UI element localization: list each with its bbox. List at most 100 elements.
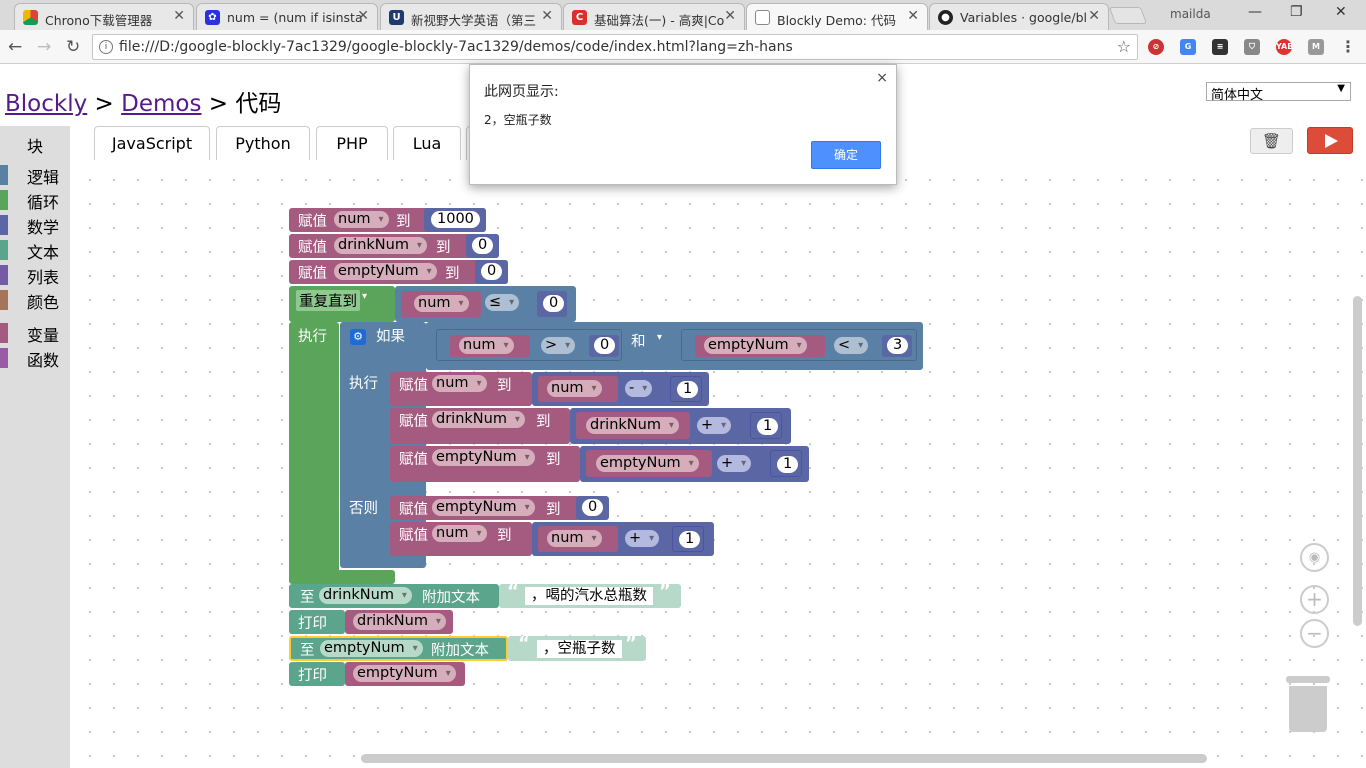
number-field[interactable]: 0: [481, 263, 503, 280]
extension-yab-icon[interactable]: YAB: [1276, 39, 1293, 55]
variable-dropdown[interactable]: num: [547, 530, 602, 547]
variable-getter-block[interactable]: drinkNum: [345, 610, 453, 634]
category-text[interactable]: 文本: [0, 239, 70, 262]
category-functions[interactable]: 函数: [0, 347, 70, 370]
browser-tab-blockly[interactable]: Blockly Demo: 代码 ✕: [746, 3, 928, 30]
number-field[interactable]: 1000: [431, 211, 480, 228]
delete-all-button[interactable]: 🗑: [1250, 128, 1293, 154]
set-emptynum-block[interactable]: 赋值 emptyNum 到 0: [390, 496, 609, 520]
number-block[interactable]: 3: [882, 335, 912, 357]
variable-dropdown[interactable]: emptyNum: [334, 263, 437, 280]
number-block[interactable]: 1: [770, 450, 802, 477]
variable-getter-block[interactable]: num: [401, 291, 481, 317]
number-field[interactable]: 1: [757, 418, 779, 435]
arithmetic-block[interactable]: num + 1: [532, 522, 714, 556]
variable-dropdown[interactable]: emptyNum: [704, 337, 807, 354]
number-field[interactable]: 0: [472, 237, 494, 254]
tab-lua[interactable]: Lua: [393, 126, 461, 160]
append-text-block[interactable]: 至 drinkNum 附加文本: [289, 584, 499, 608]
number-block[interactable]: 1: [670, 376, 702, 402]
print-block[interactable]: 打印: [289, 610, 345, 634]
tab-python[interactable]: Python: [216, 126, 310, 160]
operator-dropdown[interactable]: -: [625, 380, 653, 397]
set-drinknum-block[interactable]: 赋值 drinkNum 到 0: [289, 234, 499, 258]
vertical-scrollbar[interactable]: [1353, 296, 1362, 626]
compare-block[interactable]: emptyNum < 3: [681, 329, 917, 361]
zoom-in-icon[interactable]: +: [1300, 585, 1329, 614]
browser-tab-github[interactable]: ● Variables · google/bl ✕: [929, 3, 1109, 30]
variable-dropdown[interactable]: drinkNum: [353, 613, 446, 630]
number-field[interactable]: 3: [887, 337, 909, 354]
workspace-trash-icon[interactable]: [1286, 676, 1330, 736]
text-block[interactable]: “ ，喝的汽水总瓶数 ”: [499, 581, 681, 608]
number-block[interactable]: 1000: [424, 208, 486, 232]
compare-block[interactable]: num > 0: [436, 329, 622, 361]
breadcrumb-blockly-link[interactable]: Blockly: [5, 91, 87, 117]
close-icon[interactable]: ✕: [724, 8, 736, 24]
variable-getter-block[interactable]: drinkNum: [576, 412, 690, 439]
breadcrumb-demos-link[interactable]: Demos: [121, 91, 201, 117]
address-bar[interactable]: i file:///D:/google-blockly-7ac1329/goog…: [92, 34, 1138, 60]
browser-tab-baidu[interactable]: ✿ num = (num if isinsta ✕: [196, 3, 378, 30]
number-field[interactable]: 1: [777, 456, 799, 473]
variable-dropdown[interactable]: emptyNum: [432, 499, 535, 516]
close-icon[interactable]: ✕: [173, 8, 185, 24]
variable-getter-block[interactable]: emptyNum: [345, 662, 465, 686]
number-field[interactable]: 0: [543, 295, 565, 312]
variable-dropdown[interactable]: num: [334, 211, 389, 228]
arithmetic-block[interactable]: num - 1: [532, 372, 709, 406]
variable-dropdown[interactable]: emptyNum: [320, 640, 423, 657]
variable-dropdown[interactable]: emptyNum: [432, 449, 535, 466]
variable-getter-block[interactable]: emptyNum: [695, 335, 825, 357]
recenter-icon[interactable]: ◉: [1300, 543, 1329, 572]
compare-block[interactable]: num ≤ 0: [395, 286, 576, 322]
variable-dropdown[interactable]: drinkNum: [319, 587, 412, 604]
variable-getter-block[interactable]: num: [538, 526, 618, 552]
variable-dropdown[interactable]: num: [432, 375, 487, 392]
variable-dropdown[interactable]: emptyNum: [353, 665, 456, 682]
close-icon[interactable]: ×: [876, 70, 888, 86]
minimize-icon[interactable]: —: [1248, 4, 1262, 20]
zoom-out-icon[interactable]: −: [1300, 619, 1329, 648]
horizontal-scrollbar[interactable]: [361, 754, 1207, 763]
variable-getter-block[interactable]: emptyNum: [586, 450, 712, 477]
variable-dropdown[interactable]: drinkNum: [334, 237, 427, 254]
variable-getter-block[interactable]: num: [538, 376, 618, 402]
extension-flag-icon[interactable]: ≡: [1212, 39, 1228, 55]
repeat-mode-dropdown[interactable]: 重复直到: [296, 290, 360, 311]
category-math[interactable]: 数学: [0, 214, 70, 237]
category-loops[interactable]: 循环: [0, 189, 70, 212]
close-icon[interactable]: ✕: [357, 8, 369, 24]
run-button[interactable]: [1307, 127, 1353, 154]
logic-and-block[interactable]: num > 0 和 ▾ emptyNum < 3: [426, 322, 923, 370]
operator-dropdown[interactable]: +: [625, 530, 660, 547]
set-num-block[interactable]: 赋值 num 到 1000: [289, 208, 486, 232]
operator-dropdown[interactable]: +: [717, 455, 752, 472]
variable-dropdown[interactable]: drinkNum: [432, 411, 525, 428]
variable-dropdown[interactable]: num: [414, 295, 469, 312]
menu-icon[interactable]: ⋮: [1340, 39, 1356, 55]
extension-box-icon[interactable]: M: [1308, 39, 1324, 55]
profile-name[interactable]: mailda: [1170, 7, 1211, 21]
info-icon[interactable]: i: [99, 40, 113, 54]
operator-dropdown[interactable]: ≤: [485, 294, 520, 311]
variable-dropdown[interactable]: num: [459, 337, 514, 354]
bookmark-star-icon[interactable]: ☆: [1117, 37, 1131, 56]
variable-dropdown[interactable]: emptyNum: [596, 455, 699, 472]
number-block[interactable]: 0: [589, 335, 619, 357]
variable-dropdown[interactable]: drinkNum: [586, 417, 679, 434]
tab-javascript[interactable]: JavaScript: [94, 126, 210, 160]
extension-translate-icon[interactable]: G: [1180, 39, 1196, 55]
restore-icon[interactable]: ❐: [1290, 4, 1303, 20]
repeat-until-block[interactable]: 重复直到 ▾: [289, 286, 395, 322]
back-icon[interactable]: ←: [8, 37, 22, 57]
number-field[interactable]: 0: [594, 337, 616, 354]
browser-tab-chrono[interactable]: Chrono下载管理器 ✕: [14, 3, 194, 30]
operator-dropdown[interactable]: >: [541, 337, 576, 354]
language-select[interactable]: 简体中文 ▼: [1206, 82, 1351, 103]
extension-block-icon[interactable]: ⊘: [1148, 39, 1164, 55]
category-variables[interactable]: 变量: [0, 322, 70, 345]
close-icon[interactable]: ✕: [907, 8, 919, 24]
operator-dropdown[interactable]: +: [697, 417, 732, 434]
number-block[interactable]: 0: [475, 260, 508, 284]
